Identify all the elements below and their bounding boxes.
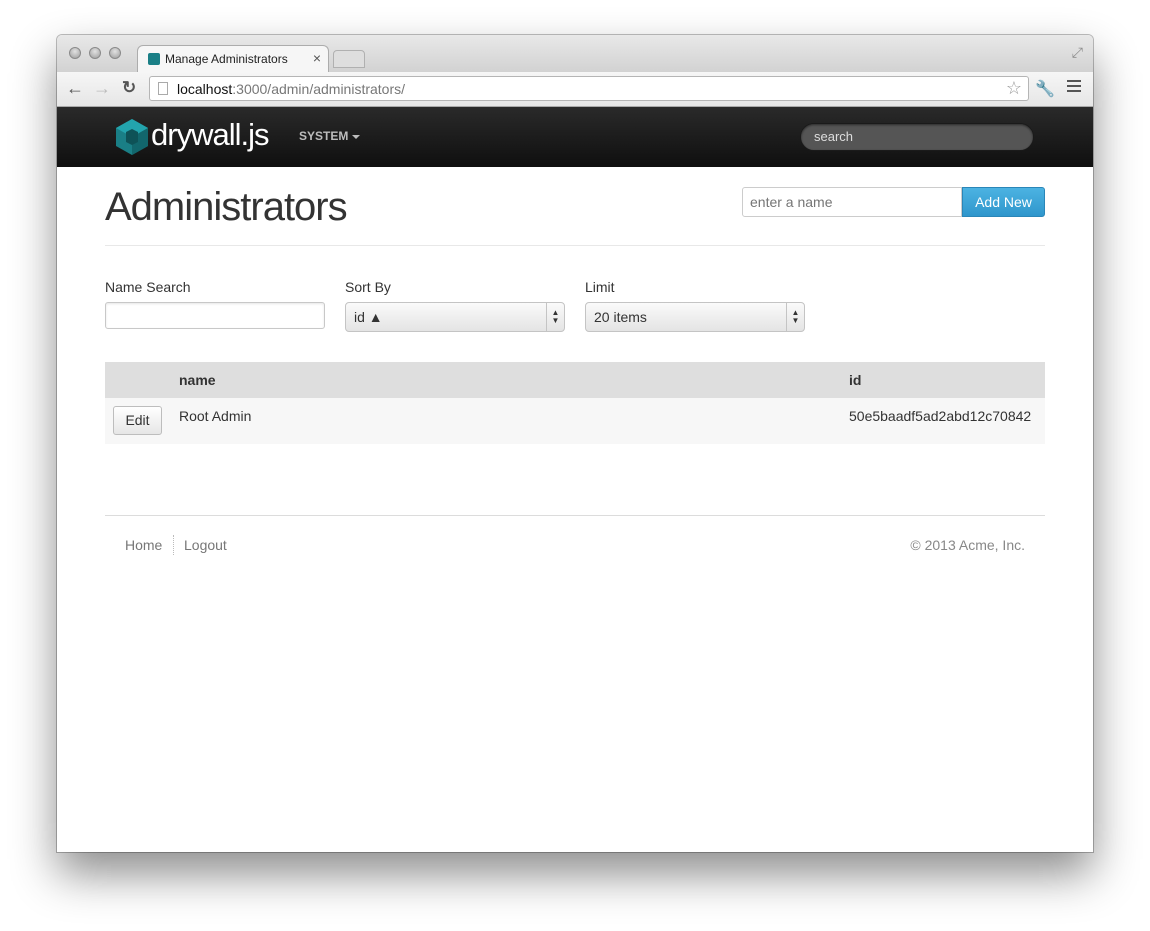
tab-title: Manage Administrators bbox=[165, 52, 288, 66]
cell-id: 50e5baadf5ad2abd12c70842 bbox=[849, 408, 1032, 424]
tab-close-icon[interactable]: × bbox=[313, 50, 321, 66]
divider bbox=[105, 245, 1045, 246]
new-name-input[interactable] bbox=[742, 187, 962, 217]
table-row: Edit Root Admin 50e5baadf5ad2abd12c70842 bbox=[105, 398, 1045, 444]
column-header-name[interactable]: name bbox=[179, 372, 216, 388]
select-arrows-icon: ▲ ▼ bbox=[786, 303, 804, 331]
footer-divider bbox=[105, 515, 1045, 516]
copyright: © 2013 Acme, Inc. bbox=[910, 537, 1025, 553]
limit-label: Limit bbox=[585, 279, 615, 295]
bookmark-star-icon[interactable]: ☆ bbox=[1006, 78, 1022, 99]
new-tab-button[interactable] bbox=[333, 50, 365, 68]
site-navbar: drywall.js SYSTEM search bbox=[57, 107, 1093, 167]
favicon-icon bbox=[148, 53, 160, 65]
reload-icon[interactable]: ↻ bbox=[122, 78, 136, 98]
back-arrow-icon[interactable]: ← bbox=[66, 78, 84, 98]
brand-name: drywall.js bbox=[151, 117, 269, 152]
limit-value: 20 items bbox=[594, 309, 647, 325]
browser-tab[interactable]: Manage Administrators × bbox=[137, 45, 329, 72]
name-search-label: Name Search bbox=[105, 279, 191, 295]
nav-search-input[interactable]: search bbox=[800, 123, 1034, 151]
limit-select[interactable]: 20 items ▲ ▼ bbox=[585, 302, 805, 332]
drywall-logo-icon bbox=[116, 119, 148, 155]
sort-by-select[interactable]: id ▲ ▲ ▼ bbox=[345, 302, 565, 332]
wrench-icon[interactable]: 🔧 bbox=[1035, 79, 1055, 99]
browser-toolbar: ← → ↻ localhost:3000/admin/administrator… bbox=[57, 72, 1093, 107]
administrators-table: name id Edit Root Admin 50e5baadf5ad2abd… bbox=[105, 362, 1045, 444]
page-title: Administrators bbox=[105, 185, 348, 229]
forward-arrow-icon[interactable]: → bbox=[93, 78, 111, 98]
cell-name: Root Admin bbox=[179, 408, 252, 424]
system-menu[interactable]: SYSTEM bbox=[299, 129, 361, 143]
footer-link-home[interactable]: Home bbox=[125, 537, 162, 553]
footer-separator bbox=[173, 535, 175, 555]
minimize-window-button[interactable] bbox=[89, 47, 101, 59]
close-window-button[interactable] bbox=[69, 47, 81, 59]
footer-link-logout[interactable]: Logout bbox=[184, 537, 227, 553]
edit-button[interactable]: Edit bbox=[113, 406, 162, 435]
fullscreen-icon[interactable]: ⤢ bbox=[1072, 44, 1083, 61]
select-arrows-icon: ▲ ▼ bbox=[546, 303, 564, 331]
browser-window: Manage Administrators × ⤢ ← → ↻ localhos… bbox=[57, 35, 1093, 852]
tab-strip: Manage Administrators × ⤢ bbox=[57, 35, 1093, 72]
page-icon bbox=[158, 82, 168, 95]
sort-by-label: Sort By bbox=[345, 279, 391, 295]
add-new-button[interactable]: Add New bbox=[962, 187, 1045, 217]
url-text: localhost:3000/admin/administrators/ bbox=[177, 81, 406, 97]
column-header-id[interactable]: id bbox=[849, 372, 861, 388]
caret-down-icon bbox=[352, 134, 361, 139]
name-search-input[interactable] bbox=[105, 302, 325, 329]
menu-icon[interactable] bbox=[1067, 80, 1081, 95]
table-header: name id bbox=[105, 362, 1045, 398]
address-bar[interactable]: localhost:3000/admin/administrators/ ☆ bbox=[149, 76, 1029, 101]
zoom-window-button[interactable] bbox=[109, 47, 121, 59]
sort-by-value: id ▲ bbox=[354, 309, 383, 325]
system-menu-label: SYSTEM bbox=[299, 129, 349, 143]
